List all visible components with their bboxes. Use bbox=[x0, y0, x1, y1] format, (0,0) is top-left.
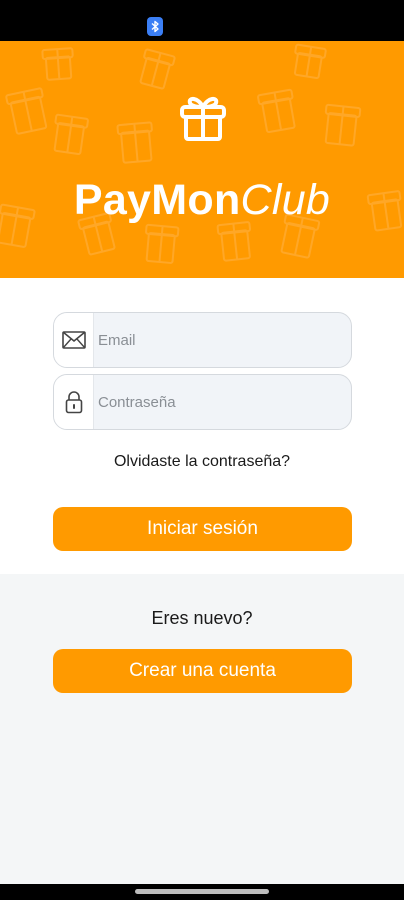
forgot-password-link[interactable]: Olvidaste la contraseña? bbox=[0, 453, 404, 471]
brand-header: PayMonClub bbox=[0, 41, 404, 278]
bluetooth-icon bbox=[147, 17, 163, 36]
brand-primary: PayMon bbox=[73, 176, 241, 224]
envelope-icon bbox=[54, 313, 94, 367]
brand-secondary: Club bbox=[240, 176, 331, 224]
gift-icon bbox=[180, 96, 226, 141]
lock-icon bbox=[54, 375, 94, 429]
password-input[interactable] bbox=[98, 375, 348, 429]
new-user-prompt: Eres nuevo? bbox=[151, 608, 253, 628]
gift-pattern-background bbox=[0, 43, 403, 264]
password-field[interactable] bbox=[53, 374, 352, 430]
login-button[interactable]: Iniciar sesión bbox=[53, 507, 352, 551]
brand-logo-text: PayMonClub bbox=[0, 173, 404, 227]
create-account-button[interactable]: Crear una cuenta bbox=[53, 649, 352, 693]
email-field[interactable] bbox=[53, 312, 352, 368]
email-input[interactable] bbox=[98, 313, 348, 367]
status-bar bbox=[0, 0, 404, 41]
home-gesture-handle[interactable] bbox=[135, 889, 269, 894]
